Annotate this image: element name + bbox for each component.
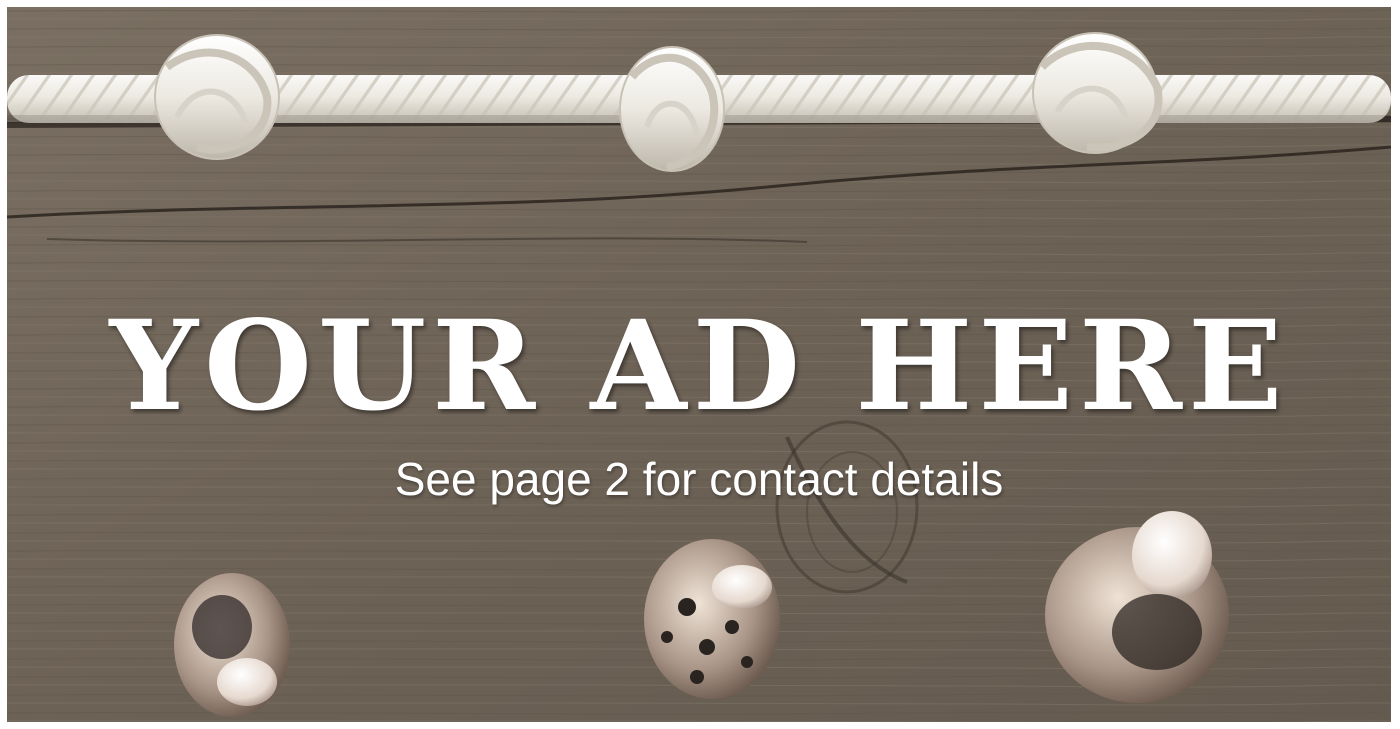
seashell-icon: [174, 573, 290, 717]
ad-subline: See page 2 for contact details: [394, 453, 1004, 505]
knot-icon: [619, 46, 725, 172]
ad-banner: YOUR AD HERE See page 2 for contact deta…: [7, 7, 1391, 722]
knot-icon: [1032, 32, 1163, 154]
knot-icon: [154, 34, 280, 160]
seashell-icon: [644, 539, 780, 699]
ad-headline: YOUR AD HERE: [109, 294, 1289, 439]
